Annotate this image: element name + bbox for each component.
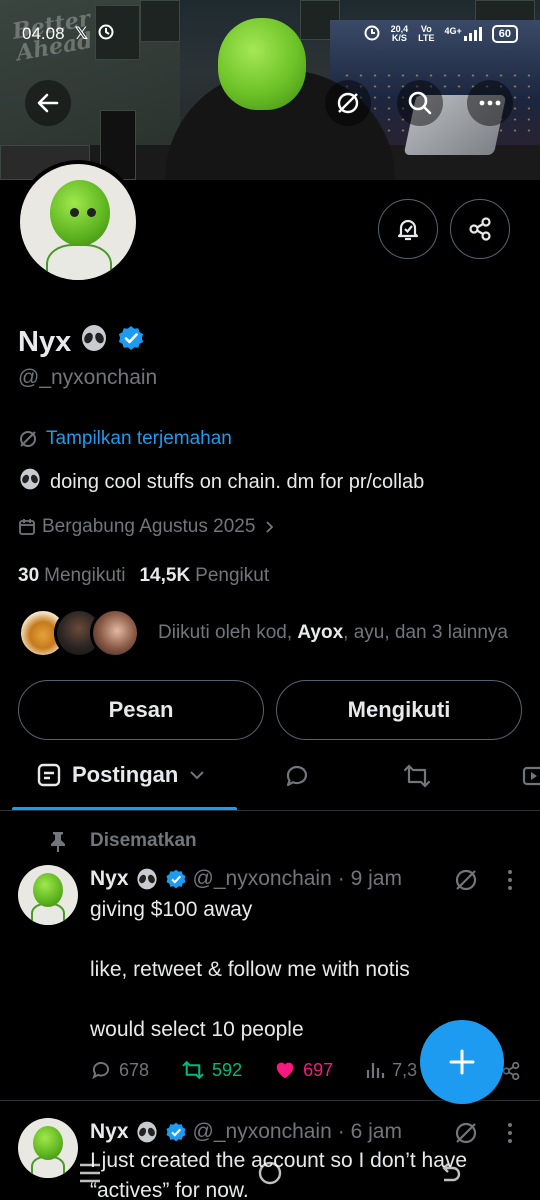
post-metrics: 678 592 697 7,3 xyxy=(90,1059,449,1081)
post-more-button[interactable] xyxy=(498,867,522,898)
translate-icon xyxy=(20,431,36,447)
plus-icon xyxy=(449,1049,475,1075)
alien-emoji-icon xyxy=(79,323,109,361)
alien-emoji-icon xyxy=(136,868,157,890)
search-icon xyxy=(408,91,432,115)
tab-posts[interactable]: Postingan xyxy=(36,762,206,788)
profile-avatar[interactable] xyxy=(16,160,140,284)
post-more-button[interactable] xyxy=(498,1120,522,1151)
profile-handle: @_nyxonchain xyxy=(18,366,158,389)
media-icon xyxy=(522,766,540,786)
following-button[interactable]: Mengikuti xyxy=(276,680,522,740)
dnd-icon xyxy=(98,24,114,45)
post-header: Nyx @_nyxonchain · 9 jam xyxy=(90,867,402,890)
alien-emoji-icon xyxy=(136,1121,157,1143)
posts-tab-icon xyxy=(37,763,61,787)
message-button[interactable]: Pesan xyxy=(18,680,264,740)
post-text: giving $100 away like, retweet & follow … xyxy=(90,898,410,1041)
share-icon xyxy=(469,217,491,241)
follow-stats: 30 Mengikuti 14,5K Pengikut xyxy=(18,565,269,587)
reply-icon xyxy=(92,1062,109,1080)
profile-tabs: Postingan xyxy=(0,750,540,811)
volte-indicator: Vo LTE xyxy=(418,24,435,43)
translate-icon xyxy=(455,869,477,891)
recent-apps-button[interactable] xyxy=(76,1160,104,1191)
reply-button[interactable]: 678 xyxy=(90,1059,149,1081)
repost-button[interactable]: 592 xyxy=(181,1059,242,1081)
followed-by-text: Diikuti oleh kod, Ayox, ayu, dan 3 lainn… xyxy=(158,622,508,643)
back-arrow-icon xyxy=(37,93,59,113)
system-back-button[interactable] xyxy=(436,1160,464,1191)
tab-media[interactable] xyxy=(522,762,540,795)
following-link[interactable]: 30 Mengikuti xyxy=(18,565,125,587)
more-icon xyxy=(479,100,501,106)
translate-button[interactable] xyxy=(325,80,371,126)
joined-date[interactable]: Bergabung Agustus 2025 xyxy=(18,516,277,538)
back-button[interactable] xyxy=(25,80,71,126)
reply-icon xyxy=(286,765,308,787)
like-button[interactable]: 697 xyxy=(274,1059,333,1081)
more-vertical-icon xyxy=(508,1123,512,1143)
calendar-icon xyxy=(19,519,35,535)
profile-name: Nyx xyxy=(18,323,145,361)
verified-badge-icon[interactable] xyxy=(117,324,145,360)
signal-icon: 4G+ xyxy=(444,27,482,41)
tab-reposts[interactable] xyxy=(402,762,432,795)
notification-bell-icon xyxy=(397,219,419,241)
translate-icon xyxy=(337,92,359,114)
pinned-label: Disematkan xyxy=(48,830,197,852)
status-bar: 04.08 𝕏 20,4 K/S Vo LTE 4G+ 60 xyxy=(0,0,540,52)
network-speed: 20,4 K/S xyxy=(390,24,409,43)
home-circle-icon xyxy=(258,1161,282,1184)
status-time: 04.08 xyxy=(22,24,65,43)
translate-post-button[interactable] xyxy=(453,867,479,898)
search-button[interactable] xyxy=(397,80,443,126)
translate-icon xyxy=(455,1122,477,1144)
alarm-icon xyxy=(363,23,381,46)
post-header: Nyx @_nyxonchain · 6 jam xyxy=(90,1120,402,1143)
more-options-button[interactable] xyxy=(467,80,513,126)
home-button[interactable] xyxy=(256,1159,284,1192)
verified-badge-icon xyxy=(166,869,186,889)
follower-avatar xyxy=(90,608,140,658)
notification-subscribe-button[interactable] xyxy=(378,199,438,259)
profile-bio: doing cool stuffs on chain. dm for pr/co… xyxy=(18,467,424,497)
verified-badge-icon xyxy=(166,1122,186,1142)
more-vertical-icon xyxy=(508,870,512,890)
repost-icon xyxy=(403,764,431,788)
views-button[interactable]: 7,3 xyxy=(365,1060,417,1081)
back-gesture-icon xyxy=(442,1162,461,1181)
post-avatar[interactable] xyxy=(18,865,78,925)
views-icon xyxy=(367,1063,385,1078)
x-app-icon: 𝕏 xyxy=(74,24,89,43)
repost-icon xyxy=(182,1060,204,1080)
tab-replies[interactable] xyxy=(283,762,311,795)
pin-icon xyxy=(51,832,65,852)
alien-emoji-icon xyxy=(18,467,42,497)
followers-link[interactable]: 14,5K Pengikut xyxy=(139,565,269,587)
menu-lines-icon xyxy=(80,1163,100,1182)
like-icon xyxy=(276,1062,294,1079)
chevron-down-icon xyxy=(190,771,205,780)
system-nav-bar xyxy=(0,1150,540,1200)
translate-bio-link[interactable]: Tampilkan terjemahan xyxy=(18,428,232,450)
followed-by-row[interactable]: Diikuti oleh kod, Ayox, ayu, dan 3 lainn… xyxy=(18,608,508,658)
battery-indicator: 60 xyxy=(491,25,518,43)
compose-post-button[interactable] xyxy=(420,1020,504,1104)
chevron-right-icon xyxy=(266,521,274,533)
share-profile-button[interactable] xyxy=(450,199,510,259)
